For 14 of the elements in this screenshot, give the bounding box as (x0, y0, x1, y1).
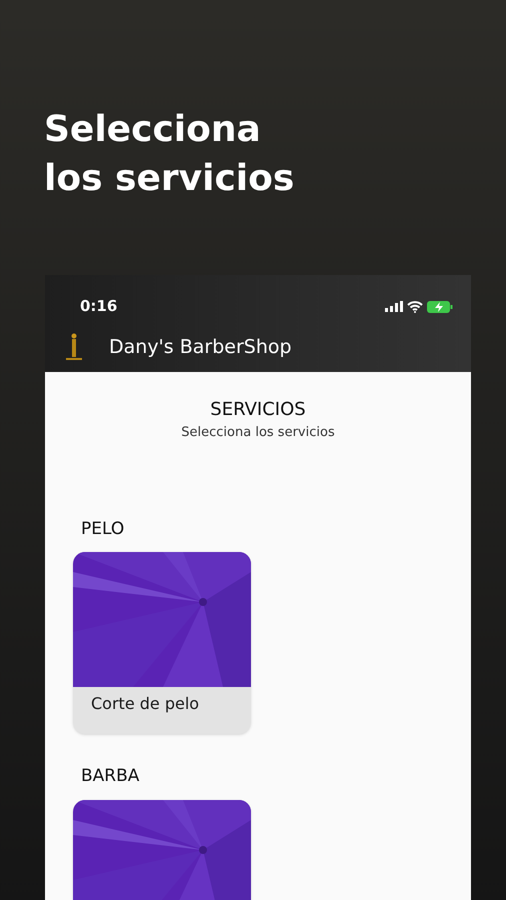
headline: Selecciona (44, 108, 262, 152)
service-label: Corte de pelo (90, 693, 200, 715)
barber-pole-icon (65, 332, 83, 362)
status-time: 0:16 (80, 296, 118, 318)
battery-icon (427, 300, 453, 312)
section-title: BARBA (80, 765, 140, 788)
service-card[interactable]: Corte de pelo (73, 552, 251, 734)
page-title: SERVICIOS (210, 398, 306, 422)
section-title: PELO (80, 518, 126, 540)
headline: los servicios (44, 157, 296, 201)
page-subtitle: Selecciona los servicios (181, 424, 335, 442)
app-title: Dany's BarberShop (109, 335, 292, 360)
wifi-icon (407, 300, 423, 312)
signal-icon (385, 301, 403, 312)
